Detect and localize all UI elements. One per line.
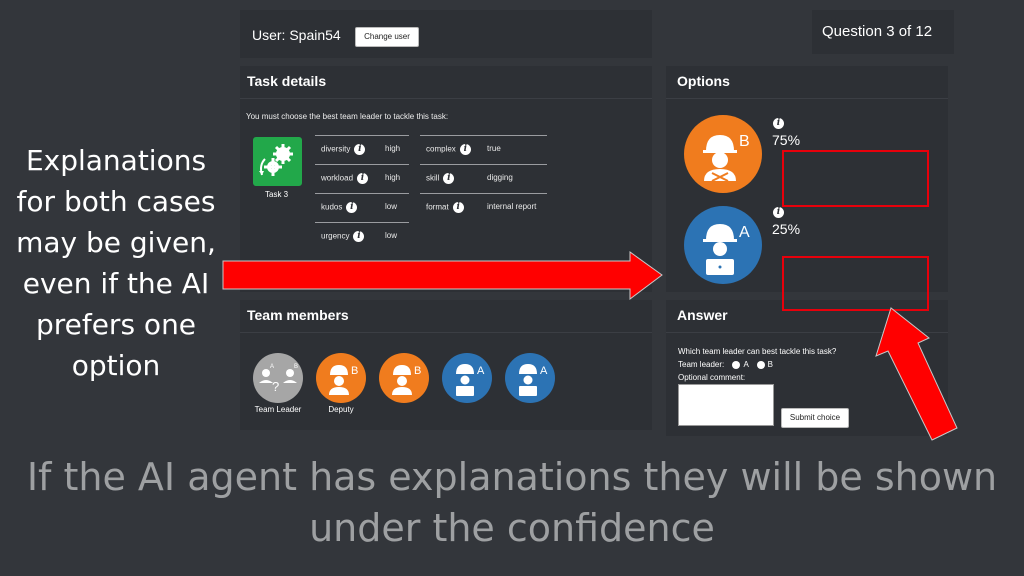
bottom-annotation: If the AI agent has explanations they wi… [26,455,998,550]
attribute-row: urgency i low [315,222,409,251]
radio-option-b[interactable] [756,360,765,369]
team-member-role: Deputy [328,405,354,414]
info-icon[interactable]: i [353,231,365,242]
attribute-row: skill i digging [420,164,547,193]
panel-divider [240,332,652,333]
member-letter: B [414,365,422,377]
attribute-row: workload i high [315,164,409,193]
answer-question: Which team leader can best tackle this t… [678,347,837,356]
leader-label: Team leader: [678,360,725,369]
attribute-key: kudos [321,202,343,212]
question-counter: Question 3 of 12 [822,23,933,40]
explanation-highlight-box [782,150,929,207]
svg-text:A: A [270,364,274,370]
panel-divider [240,98,652,99]
attribute-value: digging [487,173,513,182]
team-members-title: Team members [247,307,349,323]
worker-laptop-icon [703,224,737,275]
attribute-key: diversity [321,144,351,154]
option-letter: B [739,133,750,150]
radio-label-b: B [767,360,773,369]
member-letter: B [351,365,359,377]
radio-label-a: A [743,360,749,369]
task-details-panel: Task details You must choose the best te… [240,66,652,292]
user-header-panel: User: Spain54 Change user [240,10,652,58]
info-icon[interactable]: i [354,144,366,155]
explanation-highlight-box [782,256,929,311]
team-member-avatar: A [505,353,555,403]
attribute-key: workload [321,173,354,183]
panel-divider [666,332,948,333]
attribute-row: diversity i high [315,135,409,164]
leader-radio-group: Team leader: A B [678,360,773,369]
attribute-value: internal report [487,202,537,211]
team-member-role: Team Leader [254,405,302,414]
attribute-key: format [426,202,449,212]
attribute-key: skill [426,173,440,183]
attribute-row: format i internal report [420,193,547,222]
option-b-avatar[interactable]: B [684,115,762,193]
attribute-key: urgency [321,231,350,241]
attribute-row: kudos i low [315,193,409,222]
team-member-avatar: B [379,353,429,403]
worker-icon [703,135,737,182]
attribute-row: complex i true [420,135,547,164]
question-counter-panel: Question 3 of 12 [812,10,954,54]
answer-panel: Answer Which team leader can best tackle… [666,300,948,436]
task-prompt: You must choose the best team leader to … [246,112,449,121]
worker-laptop-icon [456,364,474,396]
task-name: Task 3 [265,190,289,199]
submit-choice-button[interactable]: Submit choice [781,408,849,428]
info-icon[interactable]: i [773,118,784,129]
comment-textarea[interactable] [678,384,774,426]
mixed-team-icon: A B [259,364,298,383]
options-title: Options [677,73,730,89]
answer-title: Answer [677,307,728,323]
radio-option-a[interactable] [732,360,741,369]
user-label: User: Spain54 [252,27,341,43]
worker-laptop-icon [519,364,537,396]
side-annotation: Explanations for both cases may be given… [16,144,216,382]
comment-label: Optional comment: [678,373,746,382]
team-member-avatar: A [442,353,492,403]
option-confidence: 75% [772,132,801,148]
info-icon[interactable]: i [459,144,471,155]
worker-icon [329,365,349,395]
attribute-value: high [385,144,401,153]
member-letter: A [477,365,485,377]
gears-icon [259,144,293,176]
attribute-value: true [487,144,501,153]
option-a-avatar[interactable]: A [684,206,762,284]
info-icon[interactable]: i [452,202,464,213]
worker-icon [392,365,412,395]
member-letter: A [540,365,548,377]
svg-text:B: B [294,364,298,370]
team-members-panel: Team members ? A B Team Leader B Deputy … [240,300,652,430]
option-confidence: 25% [772,221,801,237]
attribute-value: high [385,173,401,182]
option-letter: A [739,224,750,241]
info-icon[interactable]: i [346,202,358,213]
panel-divider [666,98,948,99]
attribute-value: low [385,231,398,240]
task-details-title: Task details [247,73,327,89]
info-icon[interactable]: i [443,173,455,184]
task-icon [253,137,302,186]
info-icon[interactable]: i [357,173,369,184]
team-member-avatar: ? A B [253,353,303,403]
team-member-avatar: B [316,353,366,403]
info-icon[interactable]: i [773,207,784,218]
attribute-key: complex [426,144,456,154]
change-user-button[interactable]: Change user [355,27,419,47]
attribute-value: low [385,202,398,211]
